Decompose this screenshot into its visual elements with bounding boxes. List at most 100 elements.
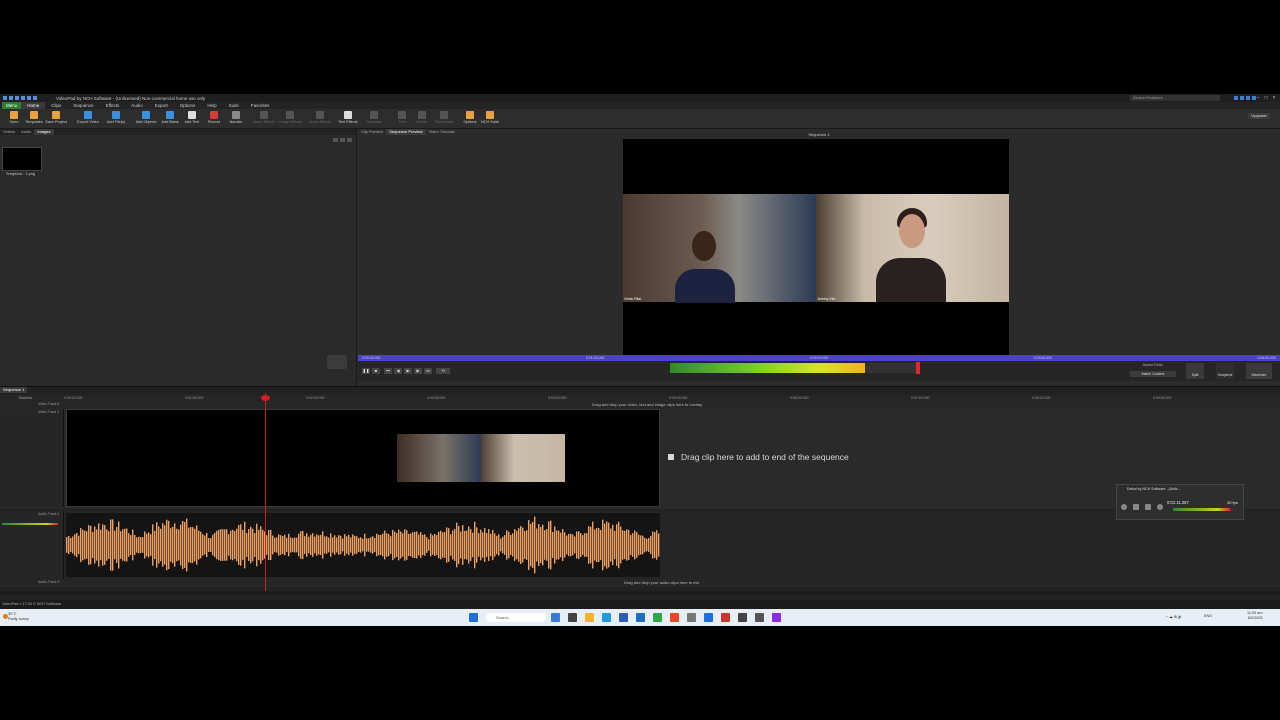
menu-tab-options[interactable]: Options: [174, 102, 202, 109]
taskbar-nch-icon[interactable]: [721, 613, 730, 622]
ribbon-button-save-project[interactable]: Save Project: [44, 110, 68, 128]
windows-start-icon[interactable]: [469, 613, 478, 622]
menu-tab-export[interactable]: Export: [149, 102, 174, 109]
taskbar-file-explorer-icon[interactable]: [568, 613, 577, 622]
split-button[interactable]: Split: [1186, 363, 1204, 379]
ribbon-button-record[interactable]: Record: [202, 110, 226, 128]
taskbar-mail-icon[interactable]: [704, 613, 713, 622]
skip-start-button[interactable]: ⏮: [384, 368, 392, 374]
ribbon-button-templates[interactable]: Templates: [22, 110, 46, 128]
ribbon-button-add-objects[interactable]: Add Objects: [134, 110, 158, 128]
taskbar-clock[interactable]: 11:29 am 8/2/2025: [1247, 611, 1263, 621]
media-thumbnail[interactable]: [2, 147, 42, 171]
menu-tab-menu[interactable]: Menu: [2, 102, 22, 109]
ribbon-button-text-effects[interactable]: Text Effects: [336, 110, 360, 128]
language-indicator[interactable]: ENG: [1204, 614, 1212, 618]
ribbon-button-add-file-s[interactable]: Add File(s): [104, 110, 128, 128]
ribbon-button-delete[interactable]: Delete: [410, 110, 434, 128]
ribbon-button-export-video[interactable]: Export Video: [76, 110, 100, 128]
thumbnail-view-icon[interactable]: [347, 138, 352, 142]
audio-track-2[interactable]: Audio Track 2 Drag and drop your audio c…: [0, 579, 1280, 587]
taskbar-word-icon[interactable]: [619, 613, 628, 622]
twitter-icon[interactable]: [1246, 96, 1250, 100]
skip-end-button[interactable]: ⏭: [424, 368, 432, 374]
taskbar-teams-icon[interactable]: [687, 613, 696, 622]
menu-tab-suite[interactable]: Suite: [223, 102, 245, 109]
list-view-icon[interactable]: [333, 138, 338, 142]
help-icon[interactable]: [1234, 96, 1238, 100]
ribbon-button-video-effects[interactable]: Video Effects: [252, 110, 276, 128]
volume-icon[interactable]: [1157, 504, 1163, 510]
weather-temp[interactable]: 30°C: [8, 612, 16, 616]
taskbar-chrome-icon[interactable]: [653, 613, 662, 622]
menu-tab-home[interactable]: Home: [21, 102, 46, 109]
quick-access-toolbar[interactable]: [3, 96, 37, 100]
open-icon[interactable]: [15, 96, 19, 100]
save-icon[interactable]: [21, 96, 25, 100]
loop-button[interactable]: ⟲: [436, 368, 450, 374]
tab-images[interactable]: Images: [34, 129, 54, 135]
new-icon[interactable]: [9, 96, 13, 100]
folder-icon[interactable]: [340, 138, 345, 142]
record-icon[interactable]: [1121, 504, 1127, 510]
taskbar-app-icon[interactable]: [772, 613, 781, 622]
taskbar-edge-icon[interactable]: [636, 613, 645, 622]
maximize-button[interactable]: □: [1262, 95, 1270, 101]
video-clip[interactable]: [66, 409, 660, 507]
redo-icon[interactable]: [33, 96, 37, 100]
tab-audio[interactable]: Audio: [18, 129, 34, 135]
menu-tab-clips[interactable]: Clips: [45, 102, 67, 109]
playhead-handle[interactable]: [261, 395, 270, 401]
undo-icon[interactable]: [27, 96, 31, 100]
taskbar-app-icon[interactable]: [738, 613, 747, 622]
ribbon-button-audio-effects[interactable]: Audio Effects: [308, 110, 332, 128]
menu-tab-favorites[interactable]: Favorites: [245, 102, 276, 109]
ribbon-button-image-effects[interactable]: Image Effects: [278, 110, 302, 128]
tab-videos[interactable]: Videos: [0, 129, 18, 135]
ribbon-button-transition[interactable]: Transition: [362, 110, 386, 128]
close-button[interactable]: ×: [1270, 95, 1278, 101]
menu-tab-effects[interactable]: Effects: [100, 102, 126, 109]
tab-sequence-1[interactable]: Sequence 1: [0, 387, 28, 393]
clock-date: 8/2/2025: [1247, 616, 1263, 620]
maximize-preview-button[interactable]: Maximize: [1246, 363, 1272, 379]
ribbon-button-narrate[interactable]: Narrate: [224, 110, 248, 128]
taskbar-office-icon[interactable]: [670, 613, 679, 622]
minimize-button[interactable]: –: [1254, 95, 1262, 101]
taskbar-search[interactable]: Search: [486, 613, 546, 622]
stop-button[interactable]: ■: [372, 368, 380, 374]
ribbon-button-add-blank[interactable]: Add Blank: [158, 110, 182, 128]
taskbar-outlook-icon[interactable]: [602, 613, 611, 622]
overlay-track[interactable]: Video Track 5 Drag and drop your video, …: [0, 401, 1280, 409]
timeline-horizontal-scrollbar[interactable]: [0, 591, 1280, 595]
menu-tab-help[interactable]: Help: [201, 102, 222, 109]
audio-track-1[interactable]: Audio Track 1: [0, 511, 1280, 579]
video-track-1[interactable]: Video Track 1 Drag clip here to add to e…: [0, 409, 1280, 509]
upgrade-button[interactable]: Upgrade: [1248, 113, 1270, 119]
search-features-input[interactable]: Search Features: [1130, 95, 1220, 101]
ribbon-button-storyboard[interactable]: Storyboard: [432, 110, 456, 128]
step-forward-button[interactable]: ▶: [414, 368, 422, 374]
aspect-ratio-select[interactable]: Match Content: [1130, 371, 1176, 377]
pause-icon[interactable]: [1133, 504, 1139, 510]
snapshot-button[interactable]: Snapshot: [1216, 363, 1234, 379]
ribbon-button-nch-suite[interactable]: NCH Suite: [478, 110, 502, 128]
audio-waveform-clip[interactable]: [66, 513, 660, 577]
menu-tab-audio[interactable]: Audio: [125, 102, 149, 109]
taskbar-app-icon[interactable]: [755, 613, 764, 622]
facebook-icon[interactable]: [1240, 96, 1244, 100]
system-tray[interactable]: ^ ☁ ⊕ 🔊: [1166, 614, 1183, 619]
waveform-bar: [142, 537, 144, 553]
stop-icon[interactable]: [1145, 504, 1151, 510]
debut-recorder-widget[interactable]: Debut by NCH Software - (Unlic... 0:01:1…: [1116, 484, 1244, 520]
step-back-button[interactable]: ◀: [394, 368, 402, 374]
waveform-bar: [454, 529, 456, 561]
play-button[interactable]: ▶: [404, 368, 412, 374]
taskbar-copilot-icon[interactable]: [551, 613, 560, 622]
ribbon-button-add-text[interactable]: Add Text: [180, 110, 204, 128]
video-frame[interactable]: Vinita Pillai Jeremy Kim: [623, 139, 1009, 355]
audio-track-level-slider[interactable]: [2, 523, 58, 525]
menu-tab-sequence[interactable]: Sequence: [67, 102, 99, 109]
taskbar-folder-icon[interactable]: [585, 613, 594, 622]
pause-button[interactable]: ❚❚: [362, 368, 370, 374]
